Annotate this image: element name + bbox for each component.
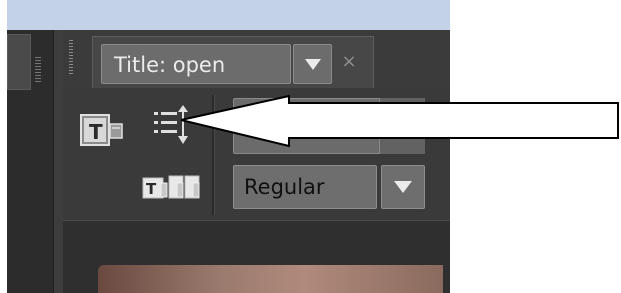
close-panel-button[interactable]: ×	[338, 48, 360, 76]
window-top-strip	[7, 0, 450, 30]
line-spacing-icon[interactable]	[152, 104, 192, 148]
font-style-dropdown-button[interactable]	[381, 165, 425, 209]
text-title-icon[interactable]: T	[79, 112, 125, 148]
svg-text:T: T	[146, 180, 157, 198]
panel-grip-handle[interactable]	[69, 40, 73, 74]
title-open-button[interactable]: Title: open	[101, 44, 291, 84]
svg-text:T: T	[89, 120, 103, 144]
left-panel-tab[interactable]	[7, 34, 31, 90]
app-screenshot: Title: open × T T Regular	[7, 0, 450, 293]
triangle-down-icon	[305, 59, 321, 70]
video-preview-image	[98, 265, 443, 293]
left-panel-grip-handle[interactable]	[35, 57, 41, 83]
font-family-dropdown-button[interactable]	[379, 98, 425, 154]
triangle-down-icon	[394, 181, 412, 193]
title-dropdown-button[interactable]	[293, 44, 332, 84]
toolbar-divider	[212, 95, 215, 215]
text-presets-icon[interactable]: T	[141, 172, 205, 202]
font-style-select[interactable]: Regular	[233, 165, 377, 209]
